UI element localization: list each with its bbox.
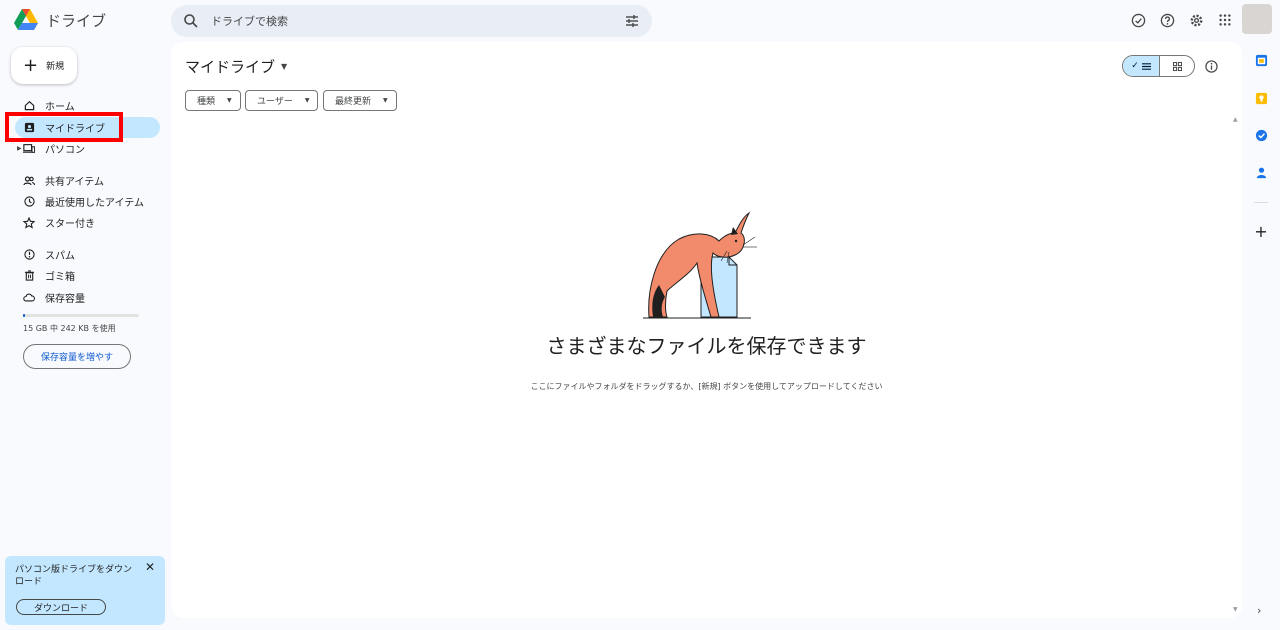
rail-divider	[1254, 202, 1268, 203]
filter-type-label: 種類	[197, 97, 216, 107]
storage-usage-bar	[23, 314, 139, 317]
info-icon[interactable]	[1205, 60, 1218, 73]
promo-text: パソコン版ドライブをダウンロード	[15, 565, 133, 587]
sidebar-item-label: 共有アイテム	[45, 177, 104, 188]
page-title-text: マイドライブ	[185, 58, 276, 76]
grid-view-button[interactable]	[1160, 56, 1194, 76]
clock-icon	[23, 196, 35, 208]
trash-icon	[23, 270, 35, 282]
drive-logo-icon	[14, 9, 38, 30]
computer-icon	[23, 143, 35, 155]
offline-status-icon[interactable]	[1130, 12, 1146, 28]
sidebar-item-recent[interactable]: 最近使用したアイテム	[15, 191, 160, 212]
empty-state-illustration	[643, 211, 757, 319]
new-button-label: 新規	[46, 62, 65, 72]
calendar-icon[interactable]	[1254, 53, 1268, 67]
empty-state-subtitle: ここにファイルやフォルダをドラッグするか、[新規] ボタンを使用してアップロード…	[530, 382, 883, 391]
keep-icon[interactable]	[1254, 91, 1268, 105]
filter-people-label: ユーザー	[257, 97, 293, 107]
header-actions	[1130, 12, 1233, 28]
sidebar-item-label: スパム	[45, 251, 75, 262]
cloud-icon	[23, 292, 35, 304]
desktop-download-promo: パソコン版ドライブをダウンロード ✕ ダウンロード	[5, 556, 165, 625]
download-button[interactable]: ダウンロード	[16, 599, 106, 615]
storage-usage-fill	[23, 314, 25, 317]
filter-modified-label: 最終更新	[335, 97, 372, 107]
search-options-icon[interactable]	[624, 13, 640, 29]
chevron-down-icon: ▼	[383, 97, 388, 104]
sidebar-item-label: ホーム	[45, 102, 75, 113]
empty-state-title: さまざまなファイルを保存できます	[546, 334, 867, 358]
filter-type[interactable]: 種類 ▼	[185, 90, 241, 111]
side-panel-rail: + ›	[1246, 0, 1280, 630]
contacts-icon[interactable]	[1254, 165, 1268, 179]
drive-logo[interactable]: ドライブ	[14, 9, 106, 31]
scroll-down-arrow-icon[interactable]: ▼	[1233, 606, 1238, 613]
sidebar-item-label: 最近使用したアイテム	[45, 198, 144, 209]
highlight-box	[5, 112, 123, 142]
drive-app: ドライブ ドライブで検索 + 新規 ホーム マイドライブ ▶ パソコン 共有アイ…	[0, 0, 1280, 630]
help-icon[interactable]	[1159, 12, 1175, 28]
check-icon: ✓	[1131, 61, 1139, 71]
get-more-storage-button[interactable]: 保存容量を増やす	[23, 344, 131, 369]
main-content: マイドライブ ▼ ✓ 種類 ▼ ユーザー ▼ 最終更新 ▼ さまざまなファイルを…	[171, 42, 1242, 618]
sidebar-item-label: スター付き	[45, 219, 95, 230]
list-icon	[1141, 62, 1151, 70]
search-input[interactable]: ドライブで検索	[211, 13, 624, 29]
settings-gear-icon[interactable]	[1188, 12, 1204, 28]
new-button[interactable]: + 新規	[11, 47, 77, 84]
home-icon	[23, 100, 35, 112]
view-toggle: ✓	[1122, 55, 1195, 77]
tasks-icon[interactable]	[1254, 128, 1268, 142]
sidebar-item-label: ゴミ箱	[45, 272, 75, 283]
grid-icon	[1172, 61, 1182, 71]
chevron-down-icon: ▼	[227, 97, 232, 104]
storage-usage-text: 15 GB 中 242 KB を使用	[23, 324, 116, 333]
star-icon	[23, 216, 35, 229]
sidebar-item-storage[interactable]: 保存容量	[15, 287, 160, 308]
sidebar-item-starred[interactable]: スター付き	[15, 212, 160, 233]
scroll-up-arrow-icon[interactable]: ▲	[1233, 116, 1238, 123]
sidebar-item-shared[interactable]: 共有アイテム	[15, 170, 160, 191]
search-icon	[184, 14, 198, 28]
sidebar-item-label: パソコン	[45, 145, 85, 156]
sidebar-item-label: 保存容量	[45, 294, 85, 305]
sidebar-item-spam[interactable]: スパム	[15, 244, 160, 265]
search-bar[interactable]: ドライブで検索	[171, 5, 652, 37]
list-view-button[interactable]: ✓	[1123, 56, 1160, 76]
filter-modified[interactable]: 最終更新 ▼	[323, 90, 397, 111]
chevron-down-icon: ▼	[281, 62, 288, 71]
page-title[interactable]: マイドライブ ▼	[185, 56, 287, 77]
add-addon-icon[interactable]: +	[1254, 222, 1268, 241]
apps-grid-icon[interactable]	[1217, 12, 1233, 28]
chevron-right-icon[interactable]: ›	[1257, 604, 1261, 617]
close-icon[interactable]: ✕	[145, 560, 155, 574]
sidebar-item-trash[interactable]: ゴミ箱	[15, 265, 160, 286]
app-name: ドライブ	[46, 11, 107, 30]
spam-icon	[23, 249, 35, 261]
chevron-down-icon: ▼	[304, 97, 310, 104]
filter-people[interactable]: ユーザー ▼	[245, 90, 319, 111]
plus-icon: +	[23, 54, 39, 76]
shared-icon	[23, 175, 35, 187]
